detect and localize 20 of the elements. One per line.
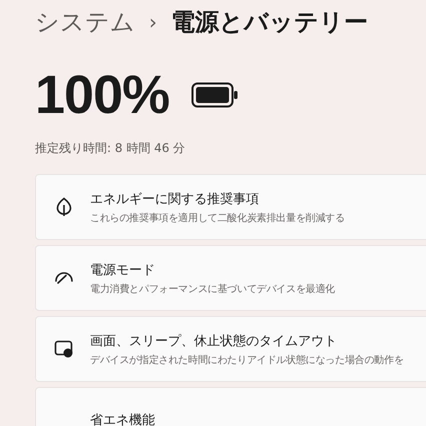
card-subtitle: 電力消費とパフォーマンスに基づいてデバイスを最適化 bbox=[90, 282, 336, 296]
gauge-icon bbox=[54, 270, 74, 286]
leaf-icon bbox=[56, 197, 72, 217]
breadcrumb-parent[interactable]: システム bbox=[35, 6, 135, 38]
settings-card[interactable]: エネルギーに関する推奨事項 これらの推奨事項を適用して二酸化炭素排出量を削減する bbox=[35, 174, 426, 240]
settings-card[interactable]: 電源モード 電力消費とパフォーマンスに基づいてデバイスを最適化 bbox=[35, 245, 426, 311]
page-title: 電源とバッテリー bbox=[171, 7, 368, 38]
card-title: 省エネ機能 bbox=[90, 412, 155, 426]
screen-moon-icon bbox=[54, 340, 74, 358]
remaining-time: 推定残り時間: 8 時間 46 分 bbox=[35, 140, 186, 157]
battery-icon bbox=[191, 82, 240, 108]
breadcrumb-separator: › bbox=[149, 10, 157, 34]
card-title: 画面、スリープ、休止状態のタイムアウト bbox=[90, 332, 338, 350]
battery-percent: 100% bbox=[35, 64, 170, 126]
settings-card[interactable]: 画面、スリープ、休止状態のタイムアウト デバイスが指定された時間にわたりアイドル状態になった場合の動作を bbox=[35, 316, 426, 382]
settings-card[interactable]: 省エネ機能 bbox=[35, 387, 426, 426]
card-title: エネルギーに関する推奨事項 bbox=[90, 190, 260, 208]
card-subtitle: デバイスが指定された時間にわたりアイドル状態になった場合の動作を bbox=[90, 354, 404, 366]
card-title: 電源モード bbox=[90, 262, 156, 278]
card-subtitle: これらの推奨事項を適用して二酸化炭素排出量を削減する bbox=[90, 212, 345, 224]
